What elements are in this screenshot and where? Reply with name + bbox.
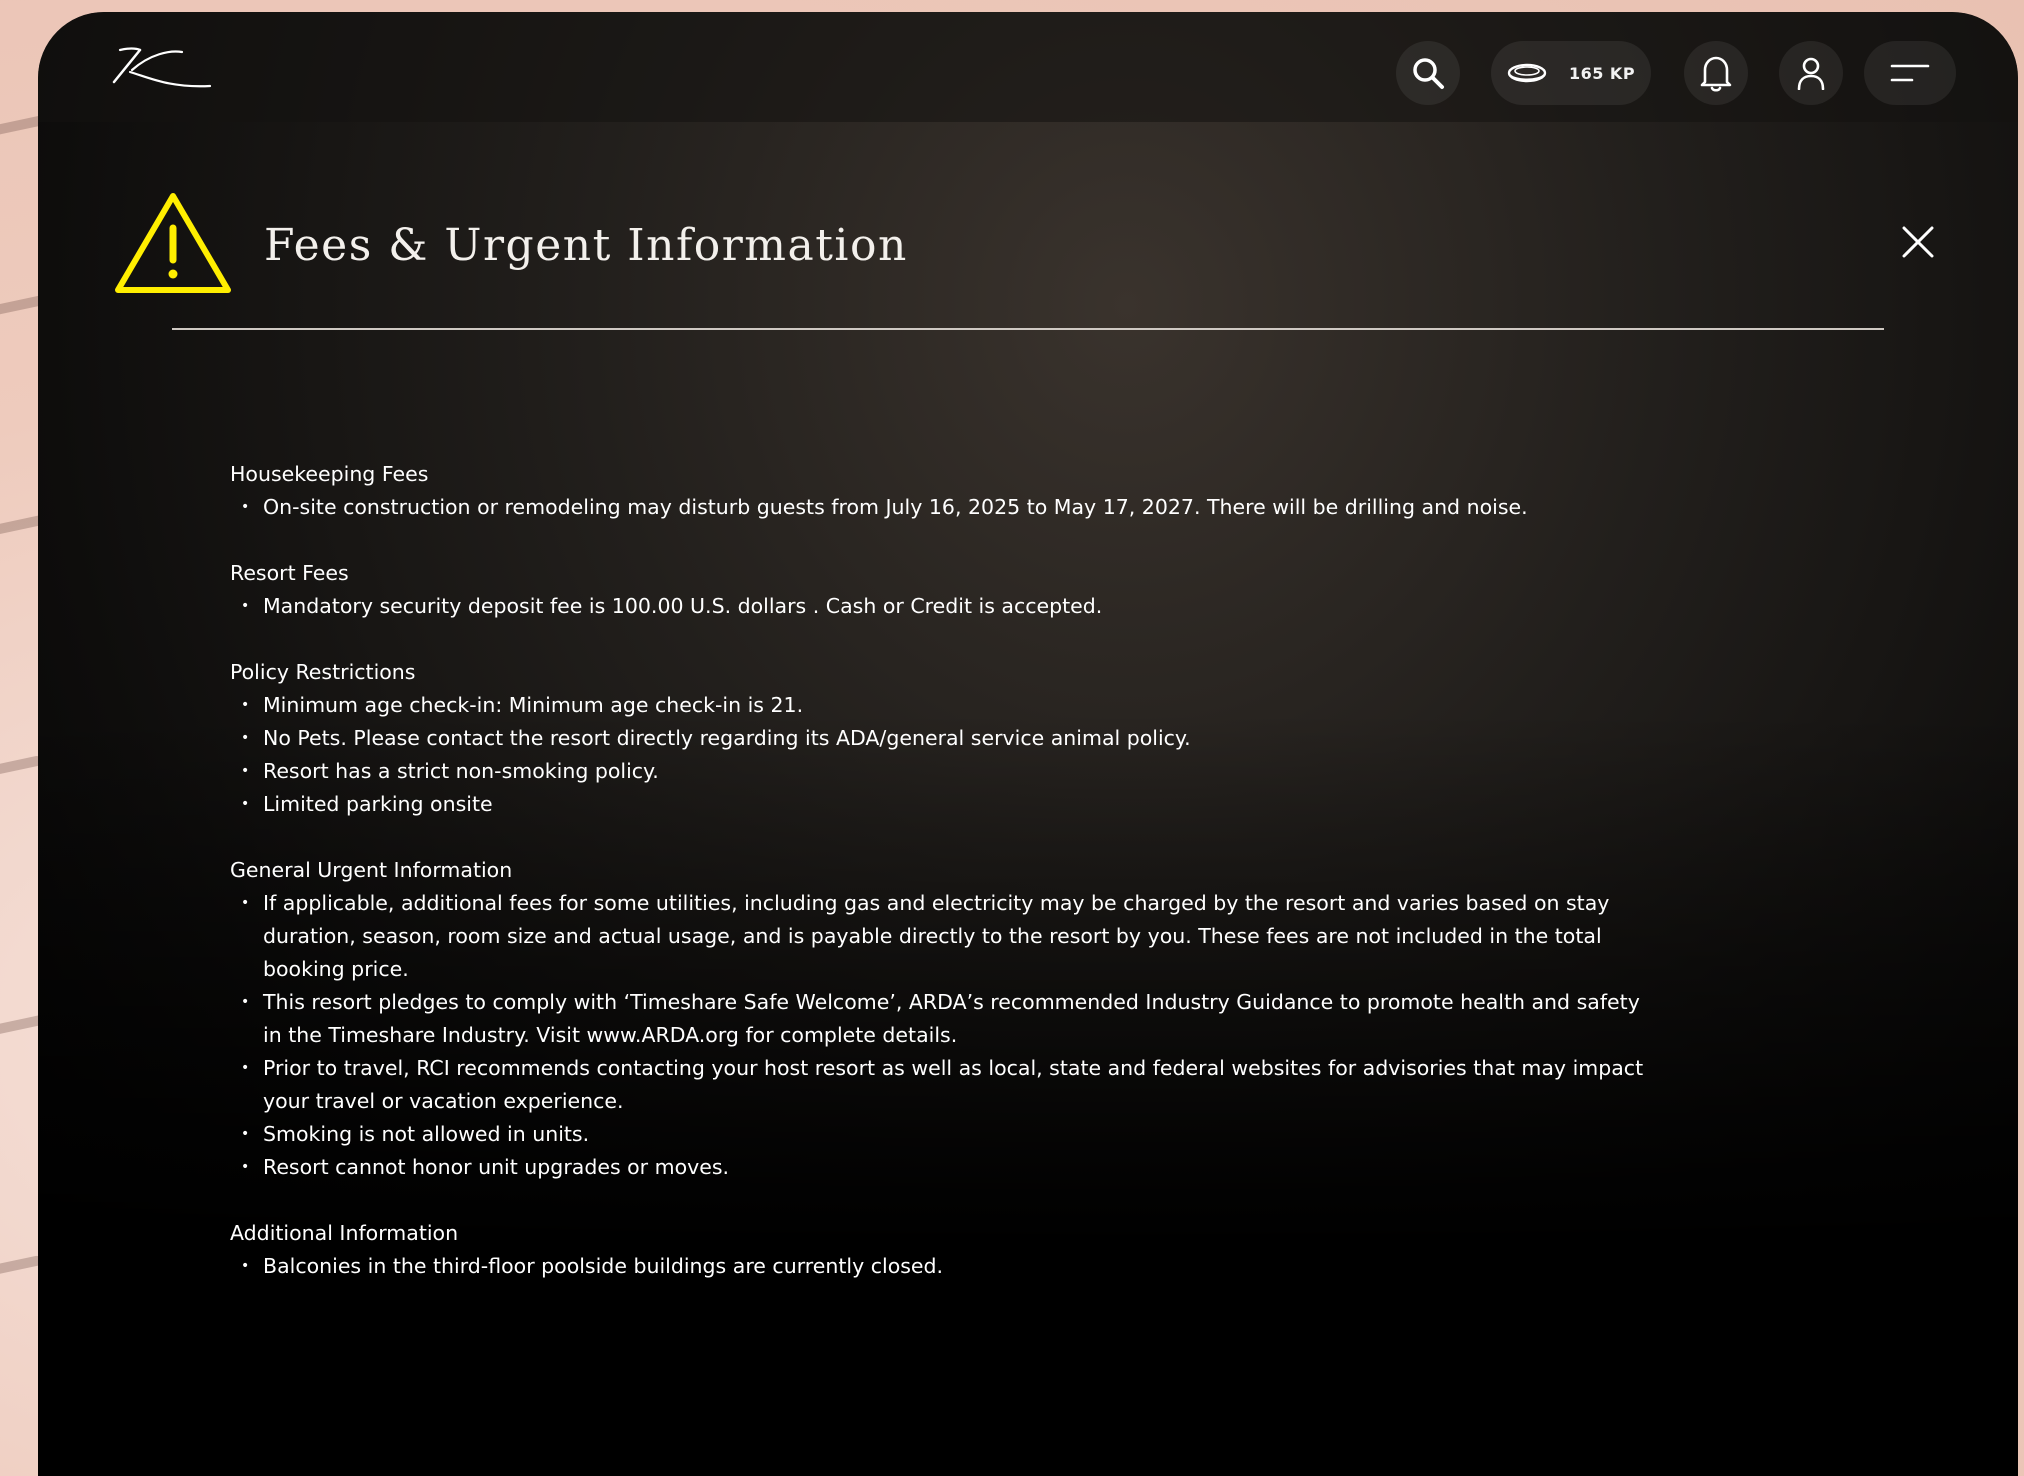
section-policy-restrictions: Policy Restrictions Minimum age check-in… [230,656,1650,821]
list-item: Resort has a strict non-smoking policy. [230,755,1650,788]
bell-icon [1700,56,1732,92]
list-item: Minimum age check-in: Minimum age check-… [230,689,1650,722]
list-item: No Pets. Please contact the resort direc… [230,722,1650,755]
list-item: Smoking is not allowed in units. [230,1118,1650,1151]
notifications-button[interactable] [1684,41,1748,105]
k-logo[interactable] [110,42,214,94]
section-heading: Additional Information [230,1221,459,1245]
profile-button[interactable] [1779,41,1843,105]
list-item: Balconies in the third-floor poolside bu… [230,1250,1650,1283]
modal-title: Fees & Urgent Information [264,220,908,271]
close-icon[interactable] [1896,220,1940,264]
section-housekeeping-fees: Housekeeping Fees On-site construction o… [230,458,1650,524]
list-item: This resort pledges to comply with ‘Time… [230,986,1650,1052]
list-item: Limited parking onsite [230,788,1650,821]
section-list: On-site construction or remodeling may d… [230,491,1650,524]
section-list: If applicable, additional fees for some … [230,887,1650,1184]
list-item: If applicable, additional fees for some … [230,887,1650,986]
app-window: 165 KP Fees & Urgent Information Houseke… [38,12,2018,1476]
section-heading: Policy Restrictions [230,660,416,684]
list-item: Prior to travel, RCI recommends contacti… [230,1052,1650,1118]
search-icon [1413,58,1444,89]
menu-button[interactable] [1864,41,1956,105]
section-additional-information: Additional Information Balconies in the … [230,1217,1650,1283]
section-list: Balconies in the third-floor poolside bu… [230,1250,1650,1283]
search-button[interactable] [1396,41,1460,105]
coin-icon [1507,63,1547,83]
user-icon [1797,57,1825,90]
modal-divider [172,328,1884,330]
list-item: Resort cannot honor unit upgrades or mov… [230,1151,1650,1184]
warning-icon [115,193,231,293]
section-general-urgent-information: General Urgent Information If applicable… [230,854,1650,1184]
section-resort-fees: Resort Fees Mandatory security deposit f… [230,557,1650,623]
section-heading: General Urgent Information [230,858,513,882]
section-heading: Housekeeping Fees [230,462,429,486]
top-navbar: 165 KP [38,12,2018,122]
points-balance-label: 165 KP [1568,63,1636,83]
points-balance-button[interactable]: 165 KP [1491,41,1651,105]
menu-icon [1890,64,1930,82]
modal-content: Housekeeping Fees On-site construction o… [230,458,1650,1316]
section-heading: Resort Fees [230,561,349,585]
section-list: Minimum age check-in: Minimum age check-… [230,689,1650,821]
section-list: Mandatory security deposit fee is 100.00… [230,590,1650,623]
list-item: Mandatory security deposit fee is 100.00… [230,590,1650,623]
list-item: On-site construction or remodeling may d… [230,491,1650,524]
modal-header: Fees & Urgent Information [38,182,2018,312]
